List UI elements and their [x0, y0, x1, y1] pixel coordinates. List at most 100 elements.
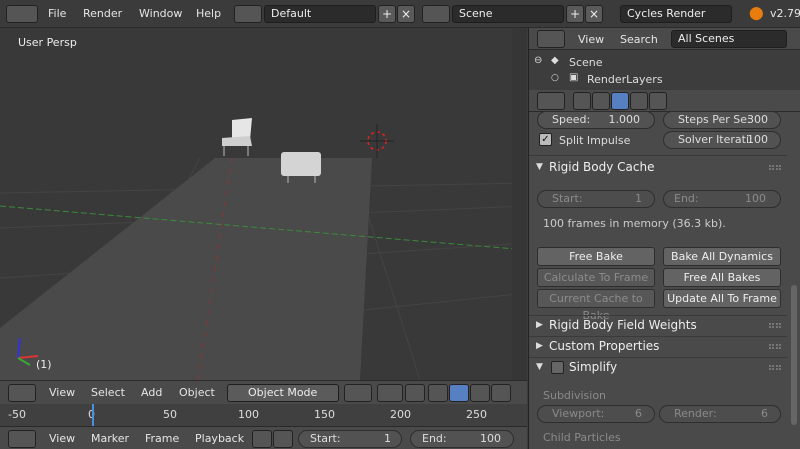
- chair-object[interactable]: [222, 118, 252, 156]
- outliner-item-renderlayers[interactable]: RenderLayers: [587, 73, 663, 86]
- record-icon[interactable]: [252, 430, 272, 448]
- render-engine-selector[interactable]: Cycles Render: [620, 5, 732, 23]
- calculate-to-frame-button[interactable]: Calculate To Frame: [537, 268, 655, 287]
- speed-label: Speed:: [552, 113, 591, 126]
- editor-type-properties-icon[interactable]: [537, 92, 565, 110]
- version-label: v2.79: [770, 7, 800, 20]
- memory-info-text: 100 frames in memory (36.3 kb).: [543, 217, 726, 230]
- cache-end-field[interactable]: End: 100: [663, 190, 781, 208]
- simplify-title: Simplify: [569, 360, 618, 374]
- properties-scrollbar[interactable]: [791, 285, 797, 425]
- texture-tab-icon[interactable]: [649, 92, 667, 110]
- viewport-subdivision-label: Viewport:: [552, 407, 605, 420]
- panel-grip-icon[interactable]: [769, 344, 781, 349]
- menu-view[interactable]: View: [49, 386, 75, 399]
- panel-grip-icon[interactable]: [769, 323, 781, 328]
- menu-playback[interactable]: Playback: [195, 432, 244, 445]
- menu-marker[interactable]: Marker: [91, 432, 129, 445]
- menu-add[interactable]: Add: [141, 386, 162, 399]
- menu-render[interactable]: Render: [83, 7, 122, 20]
- free-bake-button[interactable]: Free Bake: [537, 247, 655, 266]
- menu-help[interactable]: Help: [196, 7, 221, 20]
- translate-icon[interactable]: [428, 384, 448, 402]
- remove-scene-button[interactable]: ×: [585, 5, 603, 23]
- outliner-header: View Search All Scenes: [529, 28, 800, 50]
- menu-file[interactable]: File: [48, 7, 66, 20]
- screen-layout-icon[interactable]: [234, 5, 262, 23]
- panel-grip-icon[interactable]: [769, 165, 781, 170]
- current-frame-marker[interactable]: [92, 404, 94, 426]
- 3d-viewport[interactable]: User Persp (1): [0, 28, 527, 380]
- scene-selector[interactable]: Scene: [452, 5, 564, 23]
- simplify-panel-header[interactable]: ▼ Simplify: [529, 357, 787, 378]
- split-impulse-checkbox[interactable]: ✓: [539, 133, 552, 146]
- speed-field[interactable]: Speed: 1.000: [537, 111, 655, 129]
- collapsed-triangle-icon: ▶: [536, 320, 543, 330]
- menu-object[interactable]: Object: [179, 386, 215, 399]
- solver-iterations-field[interactable]: Solver Iterati: 100: [663, 131, 781, 149]
- viewport-subdivision-field[interactable]: Viewport: 6: [537, 405, 655, 423]
- editor-type-info-icon[interactable]: [6, 5, 38, 23]
- render-layers-tab-icon[interactable]: [592, 92, 610, 110]
- expand-icon[interactable]: ○: [551, 73, 559, 83]
- ruler-tick: -50: [8, 408, 26, 421]
- custom-properties-panel-header[interactable]: ▶ Custom Properties: [529, 336, 787, 357]
- menu-search[interactable]: Search: [620, 33, 658, 46]
- start-frame-field[interactable]: Start: 1: [298, 430, 402, 448]
- editor-type-3dview-icon[interactable]: [8, 384, 36, 402]
- view-perspective-label: User Persp: [18, 36, 77, 49]
- bake-all-dynamics-button[interactable]: Bake All Dynamics: [663, 247, 781, 266]
- lock-icon[interactable]: [273, 430, 293, 448]
- editor-type-timeline-icon[interactable]: [8, 430, 36, 448]
- child-particles-label: Child Particles: [543, 431, 621, 444]
- editor-type-outliner-icon[interactable]: [537, 30, 565, 48]
- transform-orientation-icon[interactable]: [491, 384, 511, 402]
- update-all-to-frame-button[interactable]: Update All To Frame: [663, 289, 781, 308]
- viewport-edge-strip: [512, 28, 527, 380]
- viewport-grid: [0, 118, 527, 380]
- screen-layout-selector[interactable]: Default: [264, 5, 376, 23]
- add-scene-button[interactable]: +: [566, 5, 584, 23]
- collapse-icon[interactable]: ⊖: [534, 55, 542, 66]
- current-cache-to-bake-button[interactable]: Current Cache to Bake: [537, 289, 655, 322]
- add-layout-button[interactable]: +: [378, 5, 396, 23]
- solver-label: Solver Iterati:: [678, 133, 753, 146]
- menu-view[interactable]: View: [49, 432, 75, 445]
- render-tab-icon[interactable]: [573, 92, 591, 110]
- world-tab-icon[interactable]: [630, 92, 648, 110]
- cache-end-value: 100: [745, 192, 766, 205]
- free-all-bakes-button[interactable]: Free All Bakes: [663, 268, 781, 287]
- custom-properties-title: Custom Properties: [549, 339, 660, 353]
- panel-grip-icon[interactable]: [769, 365, 781, 370]
- ruler-tick: 150: [314, 408, 335, 421]
- scene-tab-icon[interactable]: [611, 92, 629, 110]
- menu-frame[interactable]: Frame: [145, 432, 179, 445]
- ruler-tick: 100: [238, 408, 259, 421]
- steps-per-second-field[interactable]: Steps Per Se: 300: [663, 111, 781, 129]
- mode-selector[interactable]: Object Mode: [227, 384, 339, 402]
- rigid-body-cache-panel-header[interactable]: ▼ Rigid Body Cache: [529, 157, 787, 178]
- end-frame-value: 100: [480, 432, 501, 445]
- pivot-point-icon[interactable]: [377, 384, 403, 402]
- render-subdivision-label: Render:: [674, 407, 717, 420]
- simplify-checkbox[interactable]: [551, 361, 564, 374]
- render-subdivision-field[interactable]: Render: 6: [659, 405, 781, 423]
- cache-start-field[interactable]: Start: 1: [537, 190, 655, 208]
- outliner-item-scene[interactable]: Scene: [569, 56, 603, 69]
- end-frame-label: End:: [422, 432, 447, 445]
- menu-window[interactable]: Window: [139, 7, 182, 20]
- menu-view[interactable]: View: [578, 33, 604, 46]
- 3d-cursor-icon[interactable]: [360, 124, 394, 158]
- end-frame-field[interactable]: End: 100: [410, 430, 514, 448]
- menu-select[interactable]: Select: [91, 386, 125, 399]
- rotate-icon[interactable]: [449, 384, 469, 402]
- viewport-shading-icon[interactable]: [344, 384, 372, 402]
- scale-icon[interactable]: [470, 384, 490, 402]
- timeline-ruler[interactable]: -50 0 50 100 150 200 250: [0, 404, 527, 426]
- outliner-filter-selector[interactable]: All Scenes: [671, 30, 787, 48]
- remove-layout-button[interactable]: ×: [397, 5, 415, 23]
- steps-label: Steps Per Se:: [678, 113, 751, 126]
- manipulator-toggle-icon[interactable]: [405, 384, 425, 402]
- scene-icon[interactable]: [422, 5, 450, 23]
- field-weights-panel-header[interactable]: ▶ Rigid Body Field Weights: [529, 315, 787, 336]
